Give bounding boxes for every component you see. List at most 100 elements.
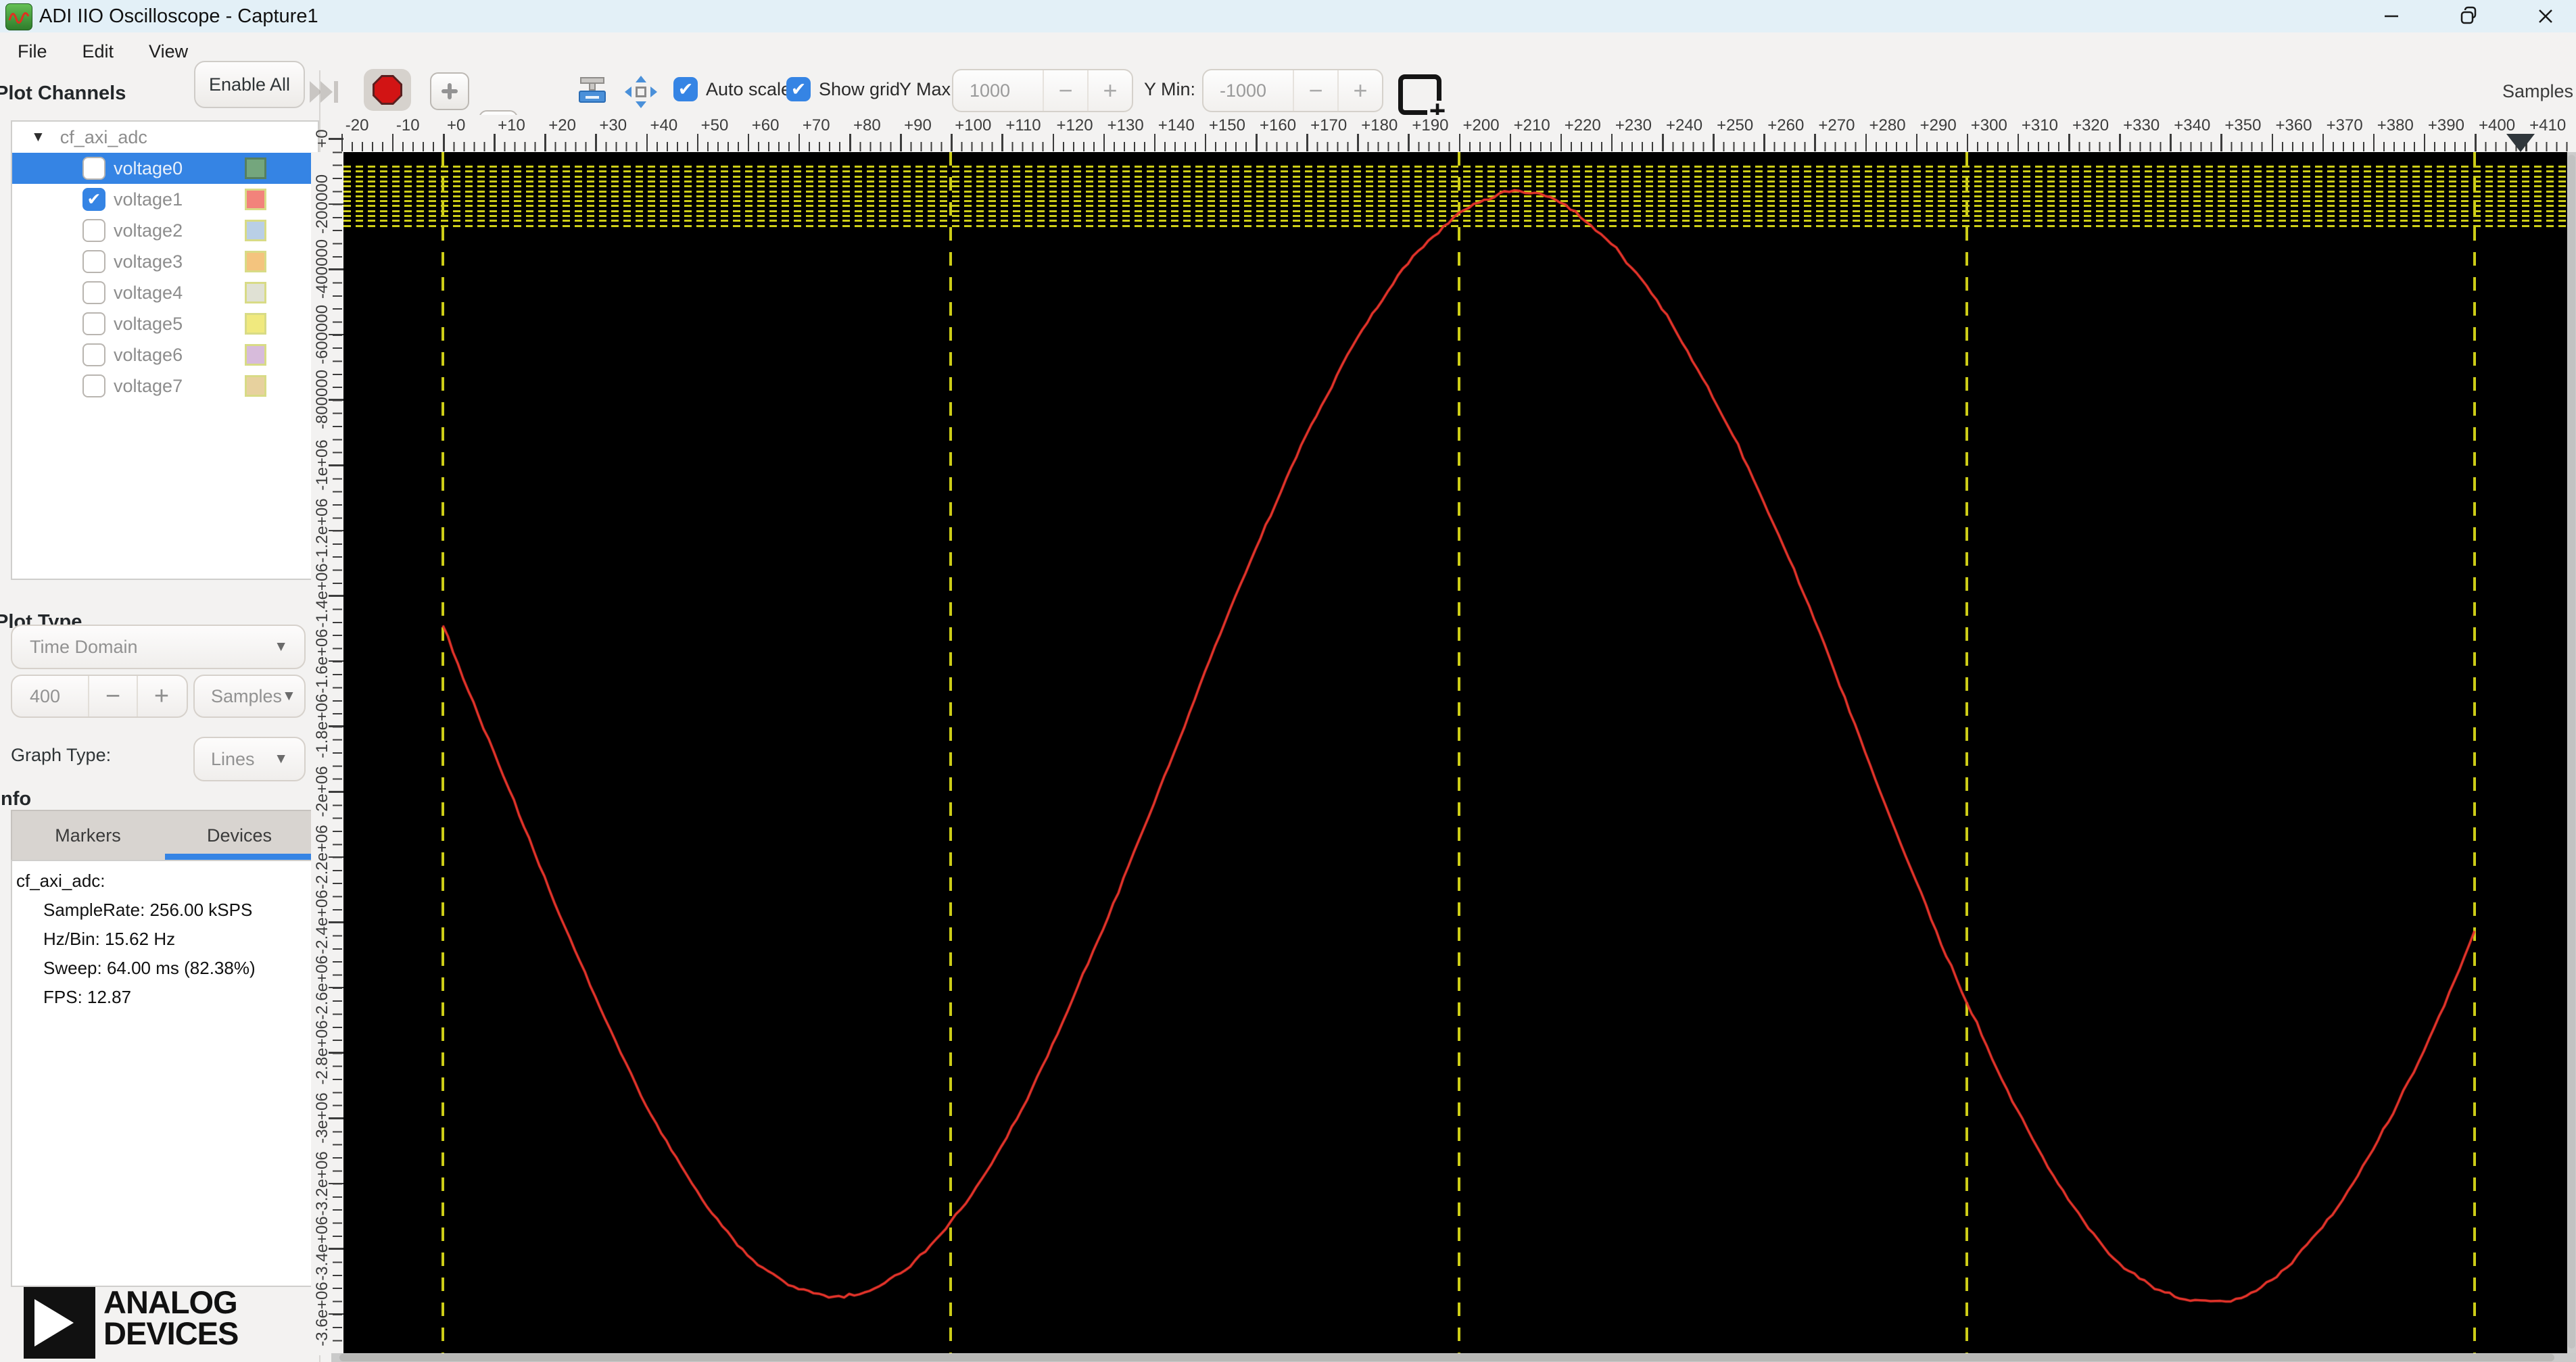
menu-view[interactable]: View — [131, 32, 206, 70]
channel-color-swatch[interactable] — [245, 282, 266, 303]
auto-scale-checkbox[interactable]: ✔ — [673, 77, 698, 101]
logo-line2: DEVICES — [103, 1315, 239, 1352]
x-tick-label: +50 — [700, 116, 729, 135]
pan-button[interactable] — [625, 76, 657, 108]
menu-bar: File Edit View — [0, 32, 2576, 72]
adi-logo-icon — [24, 1287, 95, 1359]
y-max-increment-button[interactable]: + — [1087, 70, 1132, 111]
plot-domain-dropdown[interactable]: Time Domain ▼ — [11, 625, 306, 669]
x-tick-label: +160 — [1260, 116, 1297, 135]
x-tick-label: +350 — [2224, 116, 2262, 135]
restore-icon — [2460, 6, 2477, 24]
channel-color-swatch[interactable] — [245, 344, 266, 366]
minimize-button[interactable] — [2360, 0, 2423, 32]
channel-row-voltage2[interactable]: voltage2 — [12, 215, 318, 246]
horizontal-scrollbar[interactable] — [331, 1353, 2576, 1362]
capture-skip-button[interactable] — [310, 70, 342, 104]
sidebar: Plot Channels Enable All ▼ cf_axi_adc vo… — [0, 61, 320, 1362]
x-tick-label: +120 — [1056, 116, 1093, 135]
minimize-icon — [2385, 15, 2398, 18]
channel-checkbox-voltage3[interactable] — [82, 250, 105, 273]
x-tick-label: +110 — [1005, 116, 1041, 135]
channel-checkbox-voltage5[interactable] — [82, 312, 105, 335]
plot-channels-title: Plot Channels — [0, 82, 126, 104]
y-max-input[interactable]: 1000 — [970, 80, 1043, 101]
sample-unit-dropdown[interactable]: Samples ▼ — [193, 675, 306, 718]
menu-file[interactable]: File — [0, 32, 65, 70]
new-plot-icon: + — [1398, 74, 1448, 125]
device-info-line: Hz/Bin: 15.62 Hz — [43, 929, 176, 949]
channel-checkbox-voltage4[interactable] — [82, 281, 105, 304]
channel-checkbox-voltage7[interactable] — [82, 374, 105, 397]
maximize-button[interactable] — [2437, 0, 2500, 32]
x-tick-label: +410 — [2529, 116, 2567, 135]
y-max-decrement-button[interactable]: − — [1043, 70, 1087, 111]
expander-triangle-icon[interactable]: ▼ — [31, 129, 45, 145]
channel-row-voltage1[interactable]: ✔ voltage1 — [12, 184, 318, 215]
channel-list: ▼ cf_axi_adc voltage0 ✔ voltage1 voltage2 vo… — [11, 120, 319, 580]
zoom-in-button[interactable] — [430, 72, 469, 110]
vertical-scrollbar-thumb[interactable] — [2568, 155, 2575, 1348]
close-button[interactable] — [2514, 0, 2576, 32]
y-min-input[interactable]: -1000 — [1220, 80, 1293, 101]
channel-row-voltage7[interactable]: voltage7 — [12, 370, 318, 402]
x-tick-label: +360 — [2275, 116, 2312, 135]
menu-edit[interactable]: Edit — [65, 32, 132, 70]
x-tick-label: +30 — [599, 116, 627, 135]
channel-color-swatch[interactable] — [245, 313, 266, 335]
x-tick-label: +390 — [2427, 116, 2464, 135]
channel-color-swatch[interactable] — [245, 157, 266, 179]
channel-color-swatch[interactable] — [245, 220, 266, 241]
y-min-decrement-button[interactable]: − — [1293, 70, 1337, 111]
x-tick-label: +20 — [548, 116, 576, 135]
channel-row-voltage4[interactable]: voltage4 — [12, 277, 318, 308]
capture-record-button[interactable] — [364, 69, 411, 111]
toolbar: ✔ Auto scale ✔ Show grid Y Max: 1000 − +… — [310, 69, 2576, 186]
device-group-row[interactable]: ▼ cf_axi_adc — [12, 122, 318, 153]
zoom-in-icon — [442, 83, 458, 99]
channel-row-voltage5[interactable]: voltage5 — [12, 308, 318, 339]
sample-count-spinner[interactable]: 400 − + — [11, 675, 188, 718]
chevron-down-icon: ▼ — [274, 639, 288, 654]
channel-row-voltage6[interactable]: voltage6 — [12, 339, 318, 370]
channel-row-voltage3[interactable]: voltage3 — [12, 246, 318, 277]
horizontal-scrollbar-thumb[interactable] — [339, 1354, 2554, 1361]
channel-color-swatch[interactable] — [245, 251, 266, 272]
x-tick-label: +310 — [2021, 116, 2058, 135]
x-tick-label: +60 — [751, 116, 780, 135]
show-grid-checkbox[interactable]: ✔ — [786, 77, 811, 101]
save-capture-button[interactable] — [577, 76, 607, 105]
new-plot-button[interactable]: + — [1398, 73, 1448, 125]
tab-devices[interactable]: Devices — [164, 811, 315, 860]
x-position-marker — [2506, 134, 2535, 152]
channel-checkbox-voltage2[interactable] — [82, 219, 105, 242]
sample-count-increment-button[interactable]: + — [137, 676, 185, 716]
channel-checkbox-voltage6[interactable] — [82, 343, 105, 366]
vertical-scrollbar[interactable] — [2567, 152, 2576, 1355]
waveform-canvas — [343, 152, 2567, 1355]
channel-checkbox-voltage1[interactable]: ✔ — [82, 188, 105, 211]
enable-all-button[interactable]: Enable All — [194, 61, 305, 108]
x-tick-label: +220 — [1564, 116, 1601, 135]
channel-row-voltage0[interactable]: voltage0 — [12, 153, 318, 184]
graph-type-dropdown[interactable]: Lines ▼ — [193, 737, 306, 781]
title-bar: ADI IIO Oscilloscope - Capture1 — [0, 0, 2576, 32]
x-tick-label: +260 — [1767, 116, 1805, 135]
y-min-increment-button[interactable]: + — [1337, 70, 1382, 111]
y-max-input-group: 1000 − + — [952, 69, 1133, 112]
channel-label: voltage2 — [114, 220, 183, 241]
x-tick-label: +80 — [853, 116, 881, 135]
plot-area[interactable] — [343, 152, 2567, 1355]
x-axis-ruler: -20 -10 +0 +10 +20 +30 +40 +50 +60 +70 +80 +90 +100 +… — [320, 115, 2576, 152]
sample-count-decrement-button[interactable]: − — [88, 676, 137, 716]
graph-type-label: Graph Type: — [11, 745, 112, 765]
tab-markers[interactable]: Markers — [12, 811, 164, 860]
channel-checkbox-voltage0[interactable] — [82, 157, 105, 180]
channel-color-swatch[interactable] — [245, 189, 266, 210]
device-info-line: FPS: 12.87 — [43, 987, 132, 1007]
auto-scale-label: Auto scale — [706, 79, 792, 99]
x-tick-label: +90 — [904, 116, 932, 135]
x-tick-label: -10 — [396, 116, 420, 135]
device-info-name: cf_axi_adc: — [16, 871, 105, 891]
channel-color-swatch[interactable] — [245, 375, 266, 397]
